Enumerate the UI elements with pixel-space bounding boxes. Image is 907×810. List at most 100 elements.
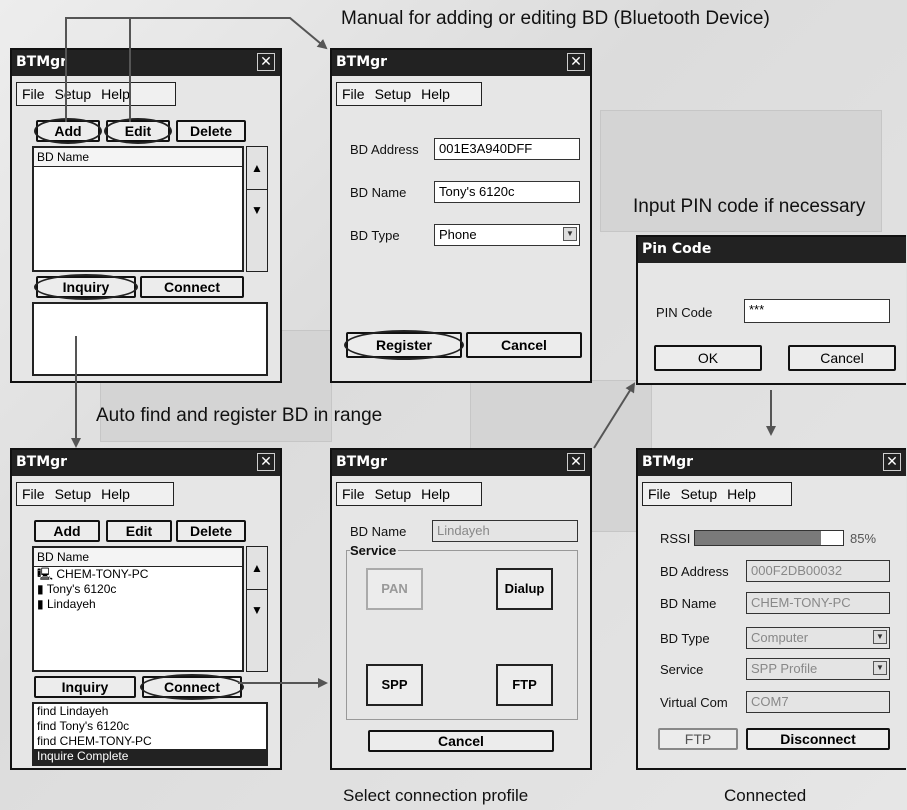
- title-bar: BTMgr ✕: [12, 450, 280, 476]
- disconnect-button[interactable]: Disconnect: [746, 728, 890, 750]
- close-icon[interactable]: ✕: [257, 453, 275, 471]
- menu-setup[interactable]: Setup: [55, 486, 92, 502]
- virtual-com-label: Virtual Com: [660, 695, 728, 710]
- log-list[interactable]: [32, 302, 268, 376]
- menu-file[interactable]: File: [342, 486, 365, 502]
- btmgr-edit-window: BTMgr ✕ File Setup Help BD Address 001E3A9…: [330, 48, 592, 383]
- pin-code-dialog: Pin Code PIN Code *** OK Cancel: [636, 235, 906, 385]
- menu-file[interactable]: File: [22, 486, 45, 502]
- service-select: SPP Profile ▼: [746, 658, 890, 680]
- edit-button[interactable]: Edit: [106, 520, 172, 542]
- dialup-button[interactable]: Dialup: [496, 568, 553, 610]
- connect-button[interactable]: Connect: [140, 276, 244, 298]
- list-header: BD Name: [34, 548, 242, 567]
- device-name: CHEM-TONY-PC: [56, 567, 149, 581]
- close-icon[interactable]: ✕: [257, 53, 275, 71]
- caption-select: Select connection profile: [343, 786, 529, 805]
- edit-button[interactable]: Edit: [104, 118, 172, 144]
- spp-button[interactable]: SPP: [366, 664, 423, 706]
- scroll-down-icon[interactable]: ▼: [247, 189, 267, 231]
- menu-setup[interactable]: Setup: [681, 486, 718, 502]
- bd-name-label: BD Name: [660, 596, 717, 611]
- pin-code-input[interactable]: ***: [744, 299, 890, 323]
- cancel-button[interactable]: Cancel: [466, 332, 582, 358]
- device-name: Lindayeh: [46, 597, 96, 611]
- pan-button: PAN: [366, 568, 423, 610]
- rssi-bar-fill: [695, 531, 821, 545]
- inquiry-button[interactable]: Inquiry: [34, 274, 138, 300]
- log-item: find Lindayeh: [37, 704, 109, 718]
- menu-setup[interactable]: Setup: [375, 86, 412, 102]
- log-item-selected: Inquire Complete: [34, 749, 266, 764]
- rssi-value: 85%: [850, 531, 877, 546]
- window-title: BTMgr: [336, 54, 388, 70]
- list-item[interactable]: 🖳 CHEM-TONY-PC: [34, 567, 242, 582]
- bd-name-label: BD Name: [350, 524, 407, 539]
- close-icon[interactable]: ✕: [567, 53, 585, 71]
- menu-help[interactable]: Help: [101, 486, 130, 502]
- ftp-button[interactable]: FTP: [496, 664, 553, 706]
- menu-file[interactable]: File: [342, 86, 365, 102]
- register-button[interactable]: Register: [344, 330, 464, 360]
- bd-type-value: Phone: [439, 227, 477, 242]
- menu-setup[interactable]: Setup: [375, 486, 412, 502]
- bd-address-input[interactable]: 001E3A940DFF: [434, 138, 580, 160]
- bd-name-label: BD Name: [350, 185, 407, 200]
- menu-help[interactable]: Help: [101, 86, 130, 102]
- title-bar: BTMgr ✕: [12, 50, 280, 76]
- log-list[interactable]: find Lindayeh find Tony's 6120c find CHE…: [32, 702, 268, 766]
- close-icon[interactable]: ✕: [567, 453, 585, 471]
- bd-type-label: BD Type: [660, 631, 710, 646]
- cancel-button[interactable]: Cancel: [368, 730, 554, 752]
- delete-button[interactable]: Delete: [176, 120, 246, 142]
- menu-file[interactable]: File: [648, 486, 671, 502]
- service-value: SPP Profile: [751, 661, 818, 676]
- cancel-button[interactable]: Cancel: [788, 345, 896, 371]
- menu-bar: File Setup Help: [336, 482, 482, 506]
- service-label: Service: [660, 662, 704, 677]
- menu-setup[interactable]: Setup: [55, 86, 92, 102]
- bd-address-label: BD Address: [660, 564, 729, 579]
- title-bar: Pin Code: [638, 237, 906, 263]
- chevron-down-icon[interactable]: ▼: [563, 227, 577, 241]
- bd-name-input: Lindayeh: [432, 520, 578, 542]
- bd-address-label: BD Address: [350, 142, 419, 157]
- list-item[interactable]: ▮ Tony's 6120c: [34, 582, 242, 597]
- inquiry-button[interactable]: Inquiry: [34, 676, 136, 698]
- service-label: Service: [350, 543, 399, 558]
- connect-button[interactable]: Connect: [140, 674, 244, 700]
- scroll-up-icon[interactable]: ▲: [247, 547, 267, 590]
- device-list[interactable]: BD Name 🖳 CHEM-TONY-PC ▮ Tony's 6120c ▮ …: [32, 546, 244, 672]
- virtual-com-input: COM7: [746, 691, 890, 713]
- dialog-title: Pin Code: [642, 241, 712, 257]
- menu-help[interactable]: Help: [727, 486, 756, 502]
- caption-auto: Auto find and register BD in range: [96, 405, 383, 426]
- menu-bar: File Setup Help: [336, 82, 482, 106]
- caption-connected: Connected: [724, 786, 807, 805]
- ok-button[interactable]: OK: [654, 345, 762, 371]
- window-title: BTMgr: [642, 454, 694, 470]
- scroll-down-icon[interactable]: ▼: [247, 589, 267, 631]
- bd-name-input[interactable]: Tony's 6120c: [434, 181, 580, 203]
- menu-file[interactable]: File: [22, 86, 45, 102]
- list-scrollbar[interactable]: ▲ ▼: [246, 146, 268, 272]
- title-bar: BTMgr ✕: [638, 450, 906, 476]
- add-button[interactable]: Add: [34, 520, 100, 542]
- list-item[interactable]: ▮ Lindayeh: [34, 597, 242, 612]
- add-button[interactable]: Add: [34, 118, 102, 144]
- menu-help[interactable]: Help: [421, 86, 450, 102]
- menu-bar: File Setup Help: [642, 482, 792, 506]
- close-icon[interactable]: ✕: [883, 453, 901, 471]
- window-title: BTMgr: [16, 54, 68, 70]
- delete-button[interactable]: Delete: [176, 520, 246, 542]
- caption-manual: Manual for adding or editing BD (Bluetoo…: [341, 8, 770, 29]
- device-list[interactable]: BD Name: [32, 146, 244, 272]
- window-title: BTMgr: [336, 454, 388, 470]
- btmgr-service-window: BTMgr ✕ File Setup Help BD Name Lindayeh S…: [330, 448, 592, 770]
- ftp-button[interactable]: FTP: [658, 728, 738, 750]
- bd-type-select[interactable]: Phone ▼: [434, 224, 580, 246]
- scroll-up-icon[interactable]: ▲: [247, 147, 267, 190]
- menu-help[interactable]: Help: [421, 486, 450, 502]
- caption-pin: Input PIN code if necessary: [633, 196, 866, 217]
- list-scrollbar[interactable]: ▲ ▼: [246, 546, 268, 672]
